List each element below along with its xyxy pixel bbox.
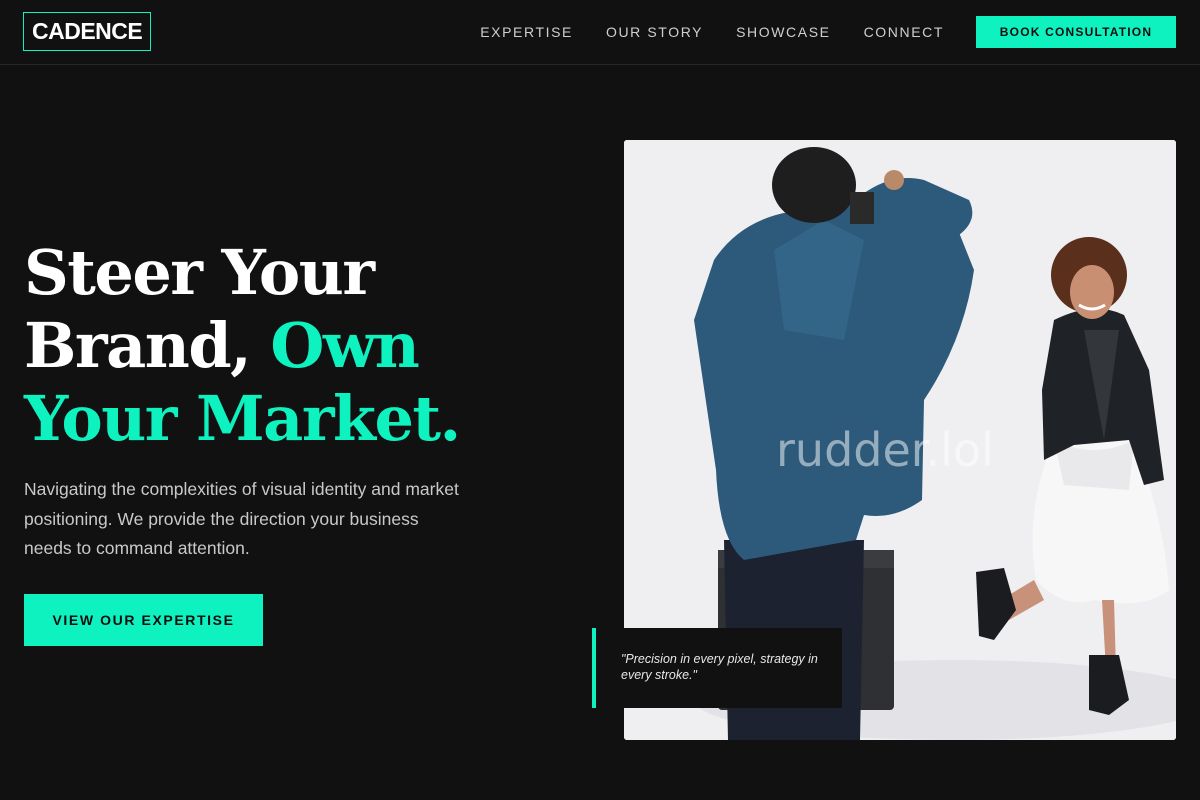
view-expertise-button[interactable]: VIEW OUR EXPERTISE [24,594,263,646]
quote-text: "Precision in every pixel, strategy in e… [621,652,818,682]
site-header: CADENCE EXPERTISE OUR STORY SHOWCASE CON… [0,0,1200,65]
nav-link-connect[interactable]: CONNECT [864,24,944,40]
main-nav: EXPERTISE OUR STORY SHOWCASE CONNECT [480,0,944,64]
photo-watermark: rudder.lol [776,423,994,477]
logo[interactable]: CADENCE [23,12,152,51]
hero-subtitle: Navigating the complexities of visual id… [24,479,459,558]
nav-link-showcase[interactable]: SHOWCASE [736,24,830,40]
hero-title: Steer Your Brand, Own Your Market. [24,236,564,455]
hero-title-accent-own: Own [270,309,419,382]
hero-title-line-1: Steer Your [24,236,375,309]
nav-link-our-story[interactable]: OUR STORY [606,24,703,40]
quote-card: "Precision in every pixel, strategy in e… [596,628,842,708]
book-consultation-button[interactable]: BOOK CONSULTATION [976,16,1176,48]
nav-link-expertise[interactable]: EXPERTISE [480,24,573,40]
hero-title-accent-market: Your Market. [24,382,461,455]
hero-title-line-2: Brand, [24,309,271,382]
